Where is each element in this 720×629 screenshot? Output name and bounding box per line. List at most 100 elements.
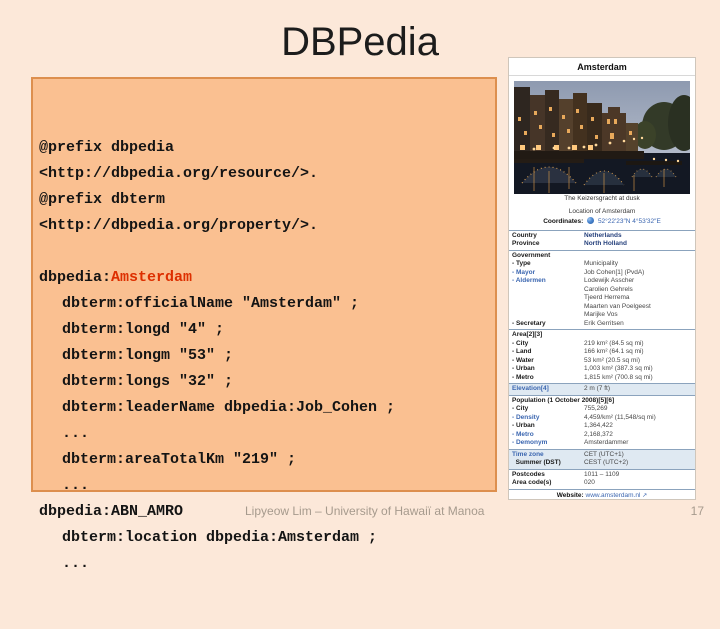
infobox-section: Time zone CET (UTC+1) Summer (DST) CEST (U… — [509, 448, 695, 469]
infobox-row-label: Postcodes — [512, 470, 545, 478]
infobox-row: - Aldermen Lodewijk Asscher Carolien Gehre… — [509, 277, 695, 320]
amsterdam-canal-photo — [514, 81, 690, 194]
infobox-row: Area code(s) 020 — [509, 479, 695, 488]
code-line: ... — [39, 473, 495, 499]
infobox-row-value: CET (UTC+1) — [584, 450, 624, 458]
infobox-row-value: 755,269 — [584, 405, 608, 412]
code-text: <http://dbpedia.org/property/>. — [39, 217, 319, 234]
infobox-row-value: CEST (UTC+2) — [584, 459, 629, 466]
code-line: @prefix dbterm — [39, 187, 495, 213]
code-text: @prefix dbpedia — [39, 139, 175, 156]
infobox-row: - Demonym Amsterdammer — [509, 439, 695, 448]
infobox-row: - Water 53 km² (20.5 sq mi) — [509, 357, 695, 366]
infobox-section: Postcodes 1011 – 1109 Area code(s) 020 — [509, 468, 695, 489]
infobox-row: - Urban 1,003 km² (387.3 sq mi) — [509, 365, 695, 374]
infobox-row-label[interactable]: - Metro — [512, 431, 584, 440]
infobox-row-value: 2 m (7 ft) — [584, 385, 611, 392]
infobox-row-label: Country — [512, 231, 537, 239]
infobox-row-label[interactable]: Elevation[4] — [512, 385, 584, 394]
code-text: ... — [62, 425, 90, 442]
code-line: dbterm:leaderName dbpedia:Job_Cohen ; — [39, 395, 495, 421]
photo-caption: The Keizersgracht at dusk — [564, 195, 640, 202]
infobox-row-label[interactable]: Time zone — [512, 451, 584, 460]
code-text: dbterm:location dbpedia:Amsterdam ; — [62, 529, 378, 546]
infobox-row: - Metro 2,168,372 — [509, 431, 695, 440]
infobox-section-header: Area[2][3] — [512, 331, 543, 338]
infobox-row: Summer (DST) CEST (UTC+2) — [509, 459, 695, 468]
infobox-row: - Land 166 km² (64.1 sq mi) — [509, 348, 695, 357]
infobox-row-value[interactable]: North Holland — [584, 240, 692, 249]
infobox-section: Country Netherlands Province North Holland — [509, 229, 695, 250]
code-text: dbterm:longd "4″ ; — [62, 321, 225, 338]
infobox-row-value: 4,459/km² (11,548/sq mi) — [584, 413, 656, 421]
infobox-row: - Urban 1,364,422 — [509, 422, 695, 431]
code-text: ... — [62, 555, 90, 572]
infobox-row-label[interactable]: - Aldermen — [512, 277, 584, 320]
infobox-row-value: 2,168,372 — [584, 430, 613, 438]
location-caption: Location of Amsterdam — [568, 207, 636, 215]
infobox-row: Country Netherlands — [509, 232, 695, 241]
infobox-row-label: Summer (DST) — [512, 459, 561, 466]
code-line: dbterm:location dbpedia:Amsterdam ; — [39, 525, 495, 551]
infobox-row-label: - City — [512, 405, 529, 412]
rdf-code-box: @prefix dbpedia <http://dbpedia.org/resou… — [31, 77, 497, 572]
code-text: dbterm:leaderName dbpedia:Job_Cohen ; — [62, 399, 396, 416]
infobox-row-value: Job Cohen[1] (PvdA) — [584, 268, 645, 276]
infobox-row-value: 1,364,422 — [584, 422, 613, 429]
code-text: dbterm:areaTotalKm "219" ; — [62, 451, 297, 468]
infobox-row: Elevation[4] 2 m (7 ft) — [509, 385, 695, 394]
code-text: dbterm:officialName "Amsterdam" ; — [62, 295, 360, 312]
coordinates-row: Coordinates: 52°22′23″N 4°53′32″E — [509, 217, 695, 227]
infobox-section: Government - Type Municipality - Mayor Job C… — [509, 249, 695, 330]
infobox-row-value: Lodewijk Asscher Carolien Gehrels Tjeerd H… — [584, 277, 651, 318]
infobox-row-value: 219 km² (84.5 sq mi) — [584, 339, 644, 347]
infobox-row-label[interactable]: - Demonym — [512, 439, 584, 448]
infobox-row-label: Area code(s) — [512, 479, 552, 486]
infobox-row-value: Municipality — [584, 260, 618, 267]
infobox-row-value[interactable]: Netherlands — [584, 232, 692, 241]
infobox-section: Population (1 October 2008)[5][6] - City 7… — [509, 394, 695, 449]
code-line: dbterm:longs "32″ ; — [39, 369, 495, 395]
infobox-row-value: 020 — [584, 479, 595, 486]
code-text: dbterm:longm "53" ; — [62, 347, 234, 364]
infobox-row-value: 53 km² (20.5 sq mi) — [584, 356, 640, 364]
code-line: <http://dbpedia.org/resource/>. — [39, 161, 495, 187]
infobox-section-header: Government — [512, 251, 551, 259]
code-text: dbpedia: — [39, 269, 112, 286]
code-line: dbterm:longd "4″ ; — [39, 317, 495, 343]
code-line: ... — [39, 421, 495, 447]
infobox-row-label: - Metro — [512, 373, 534, 381]
infobox-row-label[interactable]: - Mayor — [512, 269, 584, 278]
infobox-row: - City 219 km² (84.5 sq mi) — [509, 340, 695, 349]
highlighted-resource-text: Amsterdam — [111, 269, 193, 286]
globe-icon — [587, 217, 595, 224]
infobox-row-value: 1,003 km² (387.3 sq mi) — [584, 365, 653, 372]
infobox-row: - Secretary Erik Gerritsen — [509, 320, 695, 329]
infobox-row: Postcodes 1011 – 1109 — [509, 471, 695, 480]
code-text: dbterm:longs "32″ ; — [62, 373, 234, 390]
code-text: <http://dbpedia.org/resource/>. — [39, 165, 319, 182]
footer-credit: Lipyeow Lim – University of Hawaiï at Ma… — [245, 504, 485, 518]
code-line: dbterm:areaTotalKm "219" ; — [39, 447, 495, 473]
infobox-sections: Country Netherlands Province North Holland G… — [509, 229, 695, 500]
infobox-section: Website: www.amsterdam.nl ↗ — [509, 488, 695, 500]
infobox-section: Elevation[4] 2 m (7 ft) — [509, 383, 695, 395]
infobox-row-value: Erik Gerritsen — [584, 319, 624, 327]
infobox-section-header: Population (1 October 2008)[5][6] — [512, 396, 615, 404]
infobox-row-label: - Type — [512, 260, 531, 267]
coordinates-link[interactable]: 52°22′23″N 4°53′32″E — [598, 218, 661, 225]
code-line: <http://dbpedia.org/property/>. — [39, 213, 495, 239]
infobox-row-value: 1011 – 1109 — [584, 470, 620, 478]
code-line: dbterm:longm "53" ; — [39, 343, 495, 369]
website-link[interactable]: www.amsterdam.nl — [586, 492, 643, 499]
amsterdam-infobox: Amsterdam The Keizersgracht at dusk Loca… — [508, 57, 696, 500]
code-line: dbpedia:Amsterdam — [39, 265, 495, 291]
infobox-row-label[interactable]: - Density — [512, 414, 584, 423]
infobox-row-label: - City — [512, 339, 529, 347]
code-line: ... — [39, 551, 495, 577]
code-text: @prefix dbterm — [39, 191, 166, 208]
code-text: ... — [62, 477, 90, 494]
infobox-row-label: - Water — [512, 356, 534, 364]
infobox-row-label: Province — [512, 240, 540, 247]
